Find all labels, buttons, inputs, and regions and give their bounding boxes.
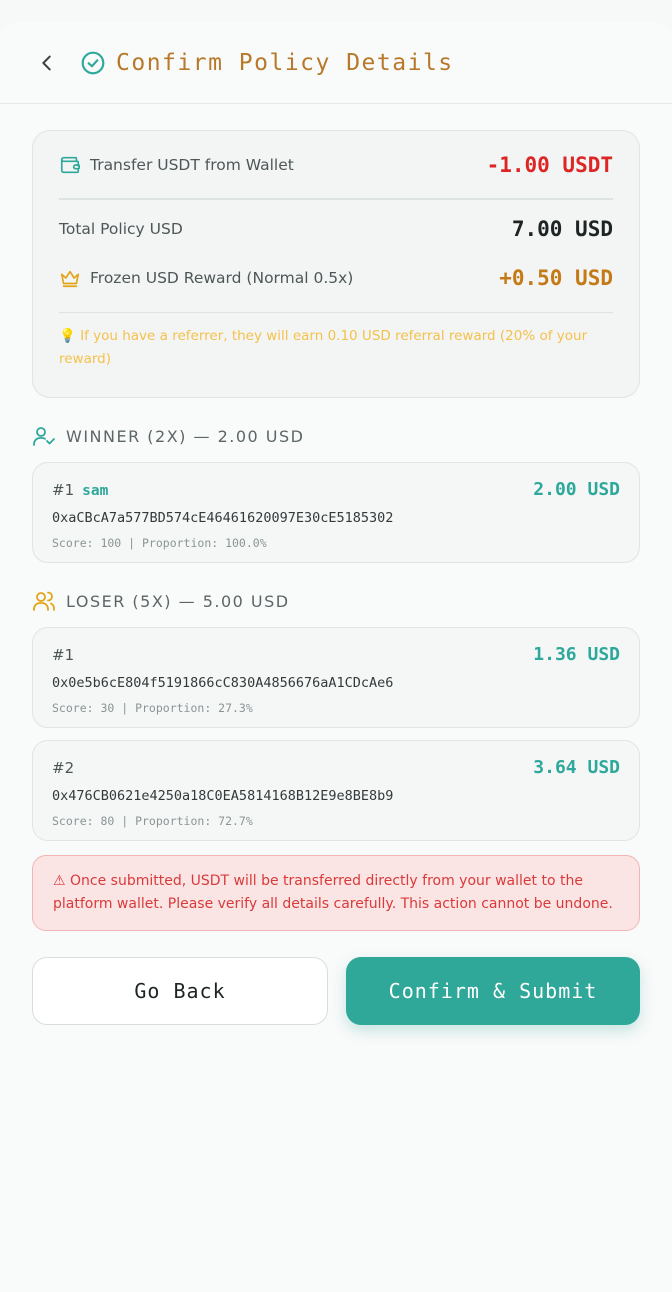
transfer-row: Transfer USDT from Wallet -1.00 USDT — [59, 153, 613, 177]
crown-icon — [60, 270, 80, 287]
user-check-icon — [33, 427, 55, 446]
total-amount: 7.00 USD — [511, 216, 613, 241]
referral-hint: 💡 If you have a referrer, they will earn… — [59, 328, 588, 367]
loser-card: #1 1.36 USD 0x0e5b6cE804f5191866cC830A48… — [32, 627, 640, 728]
entry-index: #1 — [52, 645, 75, 664]
entry-name: sam — [82, 483, 109, 499]
warning-banner: ⚠ Once submitted, USDT will be transferr… — [32, 855, 640, 931]
summary-card: Transfer USDT from Wallet -1.00 USDT Tot… — [32, 130, 640, 398]
divider — [59, 311, 613, 313]
confirm-submit-button[interactable]: Confirm & Submit — [346, 957, 640, 1025]
loser-card: #2 3.64 USD 0x476CB0621e4250a18C0EA58141… — [32, 740, 640, 841]
transfer-label: Transfer USDT from Wallet — [90, 156, 294, 174]
reward-row: Frozen USD Reward (Normal 0.5x) +0.50 US… — [59, 266, 613, 290]
divider — [59, 198, 613, 200]
total-row: Total Policy USD 7.00 USD — [59, 217, 613, 241]
winner-heading: WINNER (2X) — 2.00 USD — [66, 426, 305, 446]
transfer-amount: -1.00 USDT — [486, 153, 613, 177]
entry-score: Score: 100 | Proportion: 100.0% — [52, 536, 267, 550]
entry-address: 0x476CB0621e4250a18C0EA5814168B12E9e8BE8… — [52, 788, 394, 804]
winner-card: #1 sam 2.00 USD 0xaCBcA7a577BD574cE464616… — [32, 462, 640, 563]
action-buttons: Go Back Confirm & Submit — [32, 957, 640, 1025]
winner-section-header: WINNER (2X) — 2.00 USD — [32, 424, 640, 448]
loser-heading: LOSER (5X) — 5.00 USD — [66, 591, 290, 611]
confirm-sheet: Confirm Policy Details Transfer USDT fro… — [0, 22, 672, 1292]
wallet-icon — [60, 156, 80, 174]
loser-section-header: LOSER (5X) — 5.00 USD — [32, 589, 640, 613]
users-icon — [33, 591, 55, 611]
entry-amount: 3.64 USD — [533, 757, 620, 778]
reward-label: Frozen USD Reward (Normal 0.5x) — [90, 268, 354, 287]
go-back-button[interactable]: Go Back — [32, 957, 328, 1025]
entry-index: #1 — [52, 481, 75, 499]
page-title: Confirm Policy Details — [116, 49, 454, 76]
entry-index: #2 — [52, 758, 75, 777]
entry-score: Score: 30 | Proportion: 27.3% — [52, 701, 253, 715]
entry-score: Score: 80 | Proportion: 72.7% — [52, 814, 253, 828]
back-button[interactable] — [34, 50, 60, 76]
entry-amount: 1.36 USD — [533, 644, 620, 665]
entry-address: 0x0e5b6cE804f5191866cC830A4856676aA1CDcA… — [52, 675, 394, 691]
sheet-header: Confirm Policy Details — [0, 22, 672, 104]
chevron-left-icon — [42, 55, 51, 70]
reward-amount: +0.50 USD — [499, 265, 613, 290]
entry-amount: 2.00 USD — [533, 479, 620, 500]
check-circle-icon — [81, 51, 105, 74]
entry-address: 0xaCBcA7a577BD574cE46461620097E30cE51853… — [52, 510, 394, 526]
total-label: Total Policy USD — [59, 219, 183, 238]
sheet-content: Transfer USDT from Wallet -1.00 USDT Tot… — [0, 104, 672, 1025]
